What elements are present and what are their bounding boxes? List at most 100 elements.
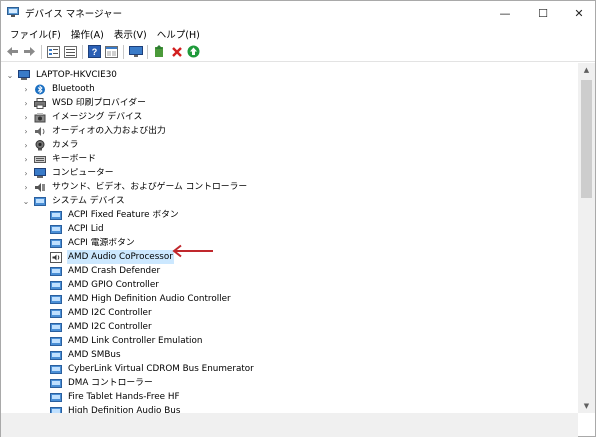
device-icon: [50, 266, 62, 277]
device-item[interactable]: ACPI Fixed Feature ボタン: [37, 208, 180, 222]
expand-chevron-icon[interactable]: ›: [21, 138, 31, 152]
window-title: デバイス マネージャー: [25, 9, 123, 20]
annotation-arrow-icon: [172, 244, 213, 258]
expand-chevron-icon[interactable]: ›: [21, 110, 31, 124]
toolbar-separator: [41, 44, 42, 59]
scroll-down-arrow-icon[interactable]: ▼: [578, 399, 595, 413]
monitor-icon[interactable]: [128, 45, 143, 59]
device-item[interactable]: AMD SMBus: [37, 348, 122, 362]
speaker-device-icon: [50, 251, 62, 263]
status-area: [1, 413, 578, 437]
device-icon: [50, 392, 62, 403]
expand-chevron-icon[interactable]: ›: [21, 180, 31, 194]
uninstall-x-icon[interactable]: [169, 45, 184, 59]
device-icon: [50, 210, 62, 221]
device-label: AMD I2C Controller: [68, 322, 152, 332]
expand-chevron-icon[interactable]: ›: [21, 82, 31, 96]
menu-help[interactable]: ヘルプ(H): [152, 27, 205, 41]
tree-category-imaging[interactable]: › イメージング デバイス: [21, 110, 143, 124]
toolbar-separator: [82, 44, 83, 59]
device-item[interactable]: High Definition Audio Bus: [37, 404, 181, 413]
tree-category-bluetooth[interactable]: › Bluetooth: [21, 82, 96, 96]
category-label: サウンド、ビデオ、およびゲーム コントローラー: [52, 182, 248, 192]
back-arrow-icon[interactable]: [5, 45, 20, 59]
scroll-up-arrow-icon[interactable]: ▲: [578, 63, 595, 77]
scrollbar-thumb[interactable]: [581, 80, 592, 198]
category-label: システム デバイス: [52, 196, 125, 206]
device-icon: [50, 364, 62, 375]
update-driver-icon[interactable]: [152, 45, 167, 59]
forward-arrow-icon[interactable]: [22, 45, 37, 59]
help-icon[interactable]: ?: [87, 45, 102, 59]
device-manager-window: デバイス マネージャー — ☐ ✕ ファイル(F) 操作(A) 表示(V) ヘル…: [0, 0, 596, 437]
collapse-chevron-icon[interactable]: ⌄: [5, 68, 15, 82]
bluetooth-icon: [34, 84, 46, 95]
device-label: AMD High Definition Audio Controller: [68, 294, 231, 304]
camera-icon: [34, 139, 46, 151]
category-label: イメージング デバイス: [52, 112, 143, 122]
category-label: Bluetooth: [52, 84, 95, 94]
device-icon: [50, 224, 62, 235]
panel-icon[interactable]: [104, 45, 119, 59]
device-icon: [50, 406, 62, 413]
close-button[interactable]: ✕: [561, 1, 596, 25]
speaker-icon: [34, 126, 46, 137]
expand-chevron-icon[interactable]: ›: [21, 96, 31, 110]
device-icon: [50, 308, 62, 319]
menu-action[interactable]: 操作(A): [66, 27, 109, 41]
tree-category-sound-video[interactable]: › サウンド、ビデオ、およびゲーム コントローラー: [21, 180, 248, 194]
device-item[interactable]: ACPI 電源ボタン: [37, 236, 136, 250]
menu-bar: ファイル(F) 操作(A) 表示(V) ヘルプ(H): [1, 25, 595, 42]
category-label: WSD 印刷プロバイダー: [52, 98, 146, 108]
device-label: ACPI Fixed Feature ボタン: [68, 210, 179, 220]
device-item[interactable]: AMD GPIO Controller: [37, 278, 160, 292]
device-item[interactable]: CyberLink Virtual CDROM Bus Enumerator: [37, 362, 255, 376]
vertical-scrollbar[interactable]: ▲ ▼: [578, 63, 595, 413]
maximize-button[interactable]: ☐: [525, 1, 561, 25]
computer-icon: [34, 167, 46, 179]
enable-device-icon[interactable]: [186, 45, 201, 59]
category-label: カメラ: [52, 140, 79, 150]
device-item[interactable]: DMA コントローラー: [37, 376, 154, 390]
tree-category-camera[interactable]: › カメラ: [21, 138, 79, 152]
tree-category-wsd[interactable]: › WSD 印刷プロバイダー: [21, 96, 147, 110]
expand-chevron-icon[interactable]: ›: [21, 124, 31, 138]
collapse-chevron-icon[interactable]: ⌄: [21, 194, 31, 208]
device-icon: [50, 322, 62, 333]
device-item[interactable]: AMD I2C Controller: [37, 306, 153, 320]
device-item-selected[interactable]: AMD Audio CoProcessor: [37, 250, 174, 264]
device-item[interactable]: AMD Crash Defender: [37, 264, 161, 278]
expand-chevron-icon[interactable]: ›: [21, 166, 31, 180]
device-label: AMD SMBus: [68, 350, 121, 360]
device-label: AMD I2C Controller: [68, 308, 152, 318]
list-icon[interactable]: [63, 45, 78, 59]
menu-file[interactable]: ファイル(F): [5, 27, 66, 41]
expand-chevron-icon[interactable]: ›: [21, 152, 31, 166]
device-item[interactable]: AMD I2C Controller: [37, 320, 153, 334]
properties-icon[interactable]: [46, 45, 61, 59]
device-icon: [50, 350, 62, 361]
device-label: High Definition Audio Bus: [68, 406, 181, 413]
toolbar-separator: [123, 44, 124, 59]
tree-category-computer[interactable]: › コンピューター: [21, 166, 115, 180]
toolbar: ?: [1, 42, 595, 62]
minimize-button[interactable]: —: [487, 1, 523, 25]
device-icon: [50, 280, 62, 291]
category-label: コンピューター: [52, 168, 114, 178]
device-item[interactable]: AMD Link Controller Emulation: [37, 334, 203, 348]
device-item[interactable]: ACPI Lid: [37, 222, 105, 236]
device-label: AMD Crash Defender: [68, 266, 161, 276]
menu-view[interactable]: 表示(V): [109, 27, 152, 41]
tree-category-audio-io[interactable]: › オーディオの入力および出力: [21, 124, 167, 138]
device-item[interactable]: AMD High Definition Audio Controller: [37, 292, 232, 306]
tree-category-keyboard[interactable]: › キーボード: [21, 152, 97, 166]
tree-root[interactable]: ⌄ LAPTOP-HKVCIE30: [5, 68, 118, 82]
device-icon: [50, 336, 62, 347]
toolbar-separator: [147, 44, 148, 59]
keyboard-icon: [34, 154, 46, 165]
imaging-device-icon: [34, 112, 46, 123]
printer-icon: [34, 97, 46, 109]
device-item[interactable]: Fire Tablet Hands-Free HF: [37, 390, 181, 404]
tree-category-system-devices[interactable]: ⌄ システム デバイス: [21, 194, 126, 208]
device-label: AMD Audio CoProcessor: [67, 250, 174, 264]
